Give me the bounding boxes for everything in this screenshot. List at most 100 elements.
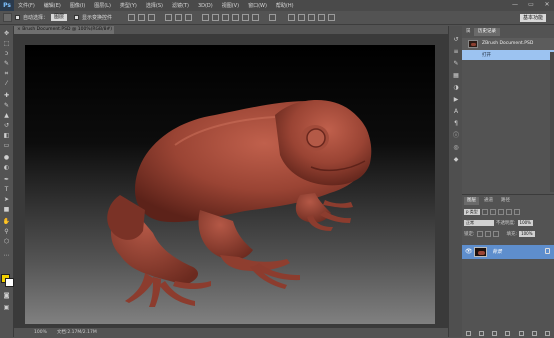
workspace-dropdown[interactable]: 基本功能: [520, 14, 546, 22]
history-panel-icon[interactable]: ↺: [452, 36, 460, 44]
visibility-eye-icon[interactable]: 👁: [465, 248, 473, 255]
layer-row-background[interactable]: 👁 背景: [462, 245, 554, 259]
lasso-tool-icon[interactable]: ↄ: [2, 50, 11, 58]
quick-mask-icon[interactable]: ◙: [2, 292, 11, 300]
link-layers-icon[interactable]: [466, 330, 472, 336]
menu-help[interactable]: 帮助(H): [276, 2, 294, 9]
menu-type[interactable]: 类型(Y): [120, 2, 137, 9]
distribute-bottom-icon[interactable]: [222, 14, 230, 21]
fx-icon[interactable]: [479, 330, 485, 336]
marquee-tool-icon[interactable]: ⬚: [2, 40, 11, 48]
menu-view[interactable]: 视图(V): [222, 2, 239, 9]
lock-position-icon[interactable]: [484, 231, 491, 237]
pen-tool-icon[interactable]: ✒: [2, 176, 11, 184]
more-tools-icon[interactable]: ⋯: [2, 252, 11, 260]
close-button[interactable]: ✕: [542, 1, 552, 9]
eraser-tool-icon[interactable]: ◧: [2, 132, 11, 140]
hand-tool-icon[interactable]: ✋: [2, 218, 11, 226]
adjustments-panel-icon[interactable]: ◑: [452, 84, 460, 92]
fill-input[interactable]: 100%: [519, 231, 535, 237]
document-tab-close[interactable]: ×: [17, 27, 21, 32]
menu-filter[interactable]: 滤镜(T): [172, 2, 189, 9]
styles-panel-icon[interactable]: ◆: [452, 156, 460, 164]
eyedropper-tool-icon[interactable]: ⁄: [2, 80, 11, 88]
tab-paths[interactable]: 路径: [498, 197, 513, 205]
paragraph-panel-icon[interactable]: ¶: [452, 120, 460, 128]
3d-pan-icon[interactable]: [308, 14, 316, 21]
opacity-input[interactable]: 100%: [517, 220, 533, 226]
tab-properties[interactable]: 属: [462, 28, 475, 36]
menu-image[interactable]: 图像(I): [70, 2, 85, 9]
stamp-tool-icon[interactable]: ▲: [2, 112, 11, 120]
menu-window[interactable]: 窗口(W): [248, 2, 267, 9]
auto-select-checkbox[interactable]: [15, 15, 20, 20]
filter-shape-icon[interactable]: [505, 209, 512, 215]
new-layer-icon[interactable]: [531, 330, 537, 336]
restore-button[interactable]: ▭: [526, 1, 536, 9]
distribute-right-icon[interactable]: [252, 14, 260, 21]
brush-panel-icon[interactable]: ✎: [452, 60, 460, 68]
blend-mode-dropdown[interactable]: 正常: [464, 220, 494, 226]
distribute-top-icon[interactable]: [202, 14, 210, 21]
brush-tool-icon[interactable]: ✎: [2, 102, 11, 110]
move-tool-icon[interactable]: ✥: [2, 30, 11, 38]
history-scrollbar[interactable]: [550, 52, 554, 192]
delete-layer-icon[interactable]: [544, 330, 550, 336]
shape-tool-icon[interactable]: ■: [2, 206, 11, 214]
document-tab[interactable]: × Brush Document.PSD @ 100%(RGB/8#): [14, 26, 114, 34]
auto-select-dropdown[interactable]: 图层: [51, 14, 68, 21]
align-hcenter-icon[interactable]: [175, 14, 183, 21]
menu-select[interactable]: 选择(S): [146, 2, 163, 9]
filter-type-icon[interactable]: [497, 209, 504, 215]
align-left-icon[interactable]: [165, 14, 173, 21]
info-panel-icon[interactable]: ⓘ: [452, 132, 460, 140]
history-snapshot-row[interactable]: ZBrush Document.PSD: [462, 38, 554, 50]
healing-tool-icon[interactable]: ✚: [2, 92, 11, 100]
background-color-swatch[interactable]: [5, 278, 14, 287]
navigator-panel-icon[interactable]: ◎: [452, 144, 460, 152]
filter-smart-icon[interactable]: [513, 209, 520, 215]
distribute-vcenter-icon[interactable]: [212, 14, 220, 21]
properties-panel-icon[interactable]: ≡: [452, 48, 460, 56]
lock-pixels-icon[interactable]: [476, 231, 483, 237]
auto-align-icon[interactable]: [269, 14, 277, 21]
quick-select-tool-icon[interactable]: ✎: [2, 60, 11, 68]
align-vcenter-icon[interactable]: [138, 14, 146, 21]
actions-panel-icon[interactable]: ▶: [452, 96, 460, 104]
3d-slide-icon[interactable]: [318, 14, 326, 21]
crop-tool-icon[interactable]: ⌗: [2, 70, 11, 78]
menu-3d[interactable]: 3D(D): [198, 3, 213, 9]
align-top-icon[interactable]: [128, 14, 136, 21]
menu-edit[interactable]: 编辑(E): [44, 2, 61, 9]
tab-history[interactable]: 历史记录: [474, 28, 500, 36]
dodge-tool-icon[interactable]: ◐: [2, 164, 11, 172]
filter-adjustment-icon[interactable]: [489, 209, 496, 215]
3d-roll-icon[interactable]: [298, 14, 306, 21]
3d-scale-icon[interactable]: [328, 14, 336, 21]
add-mask-icon[interactable]: [492, 330, 498, 336]
move-tool-preset-icon[interactable]: [3, 13, 12, 22]
history-state-row[interactable]: 打开: [462, 50, 554, 60]
filter-pixel-icon[interactable]: [481, 209, 488, 215]
tab-channels[interactable]: 通道: [481, 197, 496, 205]
3d-rotate-icon[interactable]: [288, 14, 296, 21]
new-group-icon[interactable]: [518, 330, 524, 336]
align-right-icon[interactable]: [185, 14, 193, 21]
layer-filter-dropdown[interactable]: p 类型: [464, 209, 480, 215]
character-panel-icon[interactable]: A: [452, 108, 460, 116]
tab-layers[interactable]: 图层: [464, 197, 479, 205]
menu-layer[interactable]: 图层(L): [94, 2, 111, 9]
gradient-tool-icon[interactable]: ▭: [2, 142, 11, 150]
path-select-tool-icon[interactable]: ➤: [2, 196, 11, 204]
3d-tool-icon[interactable]: ⬡: [2, 238, 11, 246]
zoom-readout[interactable]: 100%: [34, 328, 47, 337]
distribute-left-icon[interactable]: [232, 14, 240, 21]
type-tool-icon[interactable]: T: [2, 186, 11, 194]
zoom-tool-icon[interactable]: ⚲: [2, 228, 11, 236]
minimize-button[interactable]: —: [510, 1, 520, 9]
document-canvas[interactable]: [25, 45, 435, 324]
screen-mode-icon[interactable]: ▣: [2, 304, 11, 312]
blur-tool-icon[interactable]: ●: [2, 154, 11, 162]
menu-file[interactable]: 文件(F): [18, 2, 35, 9]
show-transform-checkbox[interactable]: [74, 15, 80, 20]
